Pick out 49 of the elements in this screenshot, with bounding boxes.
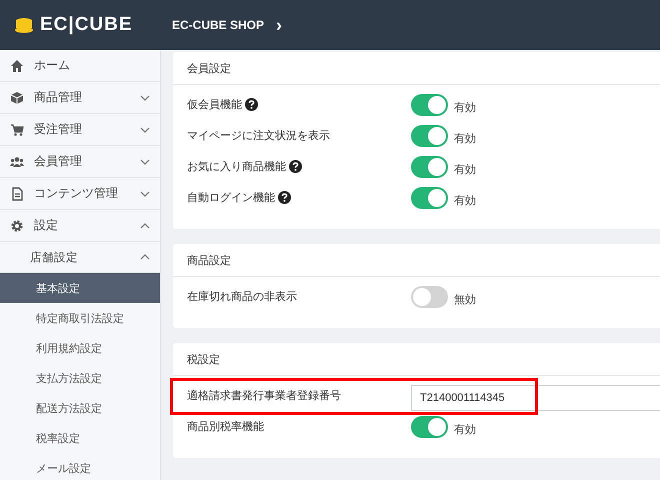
breadcrumb-arrow: › [276, 14, 282, 36]
sidebar-link[interactable]: 支払方法設定 [0, 363, 160, 393]
sidebar-link[interactable]: 基本設定 [0, 273, 160, 303]
card-title: 税設定 [187, 352, 220, 366]
setting-label: 仮会員機能 [187, 98, 242, 112]
sidebar-link[interactable]: 利用規約設定 [0, 333, 160, 363]
setting-label: 商品別税率機能 [187, 420, 264, 434]
toggle-switch[interactable] [411, 156, 448, 178]
sidebar-item[interactable]: 設定 [0, 210, 160, 242]
toggle-status: 有効 [454, 423, 476, 437]
shop-name[interactable]: EC-CUBE SHOP [172, 18, 264, 32]
cart-icon [10, 122, 24, 136]
toggle-status: 無効 [454, 293, 476, 307]
setting-label: お気に入り商品機能 [187, 160, 286, 174]
home-icon [10, 58, 24, 72]
sidebar-link[interactable]: 特定商取引法設定 [0, 303, 160, 333]
users-icon [10, 154, 24, 168]
toggle-status: 有効 [454, 101, 476, 115]
toggle-switch[interactable] [411, 94, 448, 116]
sidebar-item[interactable]: 会員管理 [0, 146, 160, 178]
logo-text: EC|CUBE [40, 14, 133, 36]
sidebar-link[interactable]: メール設定 [0, 453, 160, 480]
document-icon [10, 186, 24, 200]
toggle-status: 有効 [454, 194, 476, 208]
box-icon [10, 90, 24, 104]
toggle-status: 有効 [454, 163, 476, 177]
help-icon[interactable] [289, 160, 302, 173]
card-title: 商品設定 [187, 254, 231, 268]
setting-label: 適格請求書発行事業者登録番号 [187, 388, 341, 403]
setting-label: マイページに注文状況を表示 [187, 128, 330, 143]
sidebar-item[interactable]: 商品管理 [0, 82, 160, 114]
input-field[interactable]: T2140001114345 [411, 385, 660, 411]
card-title: 会員設定 [187, 62, 231, 76]
sidebar-item[interactable]: 受注管理 [0, 114, 160, 146]
setting-label: 在庫切れ商品の非表示 [187, 290, 297, 304]
logo-icon [14, 16, 34, 34]
setting-label: 自動ログイン機能 [187, 191, 275, 205]
help-icon[interactable] [278, 191, 291, 204]
gear-icon [10, 218, 24, 232]
help-icon[interactable] [245, 98, 258, 111]
toggle-switch[interactable] [411, 416, 448, 438]
sidebar-link[interactable]: 配送方法設定 [0, 393, 160, 423]
toggle-switch[interactable] [411, 187, 448, 209]
toggle-switch[interactable] [411, 125, 448, 147]
sidebar-item[interactable]: コンテンツ管理 [0, 178, 160, 210]
toggle-switch[interactable] [411, 286, 448, 308]
toggle-status: 有効 [454, 132, 476, 146]
sidebar-link[interactable]: 税率設定 [0, 423, 160, 453]
sidebar-item[interactable]: ホーム [0, 50, 160, 82]
